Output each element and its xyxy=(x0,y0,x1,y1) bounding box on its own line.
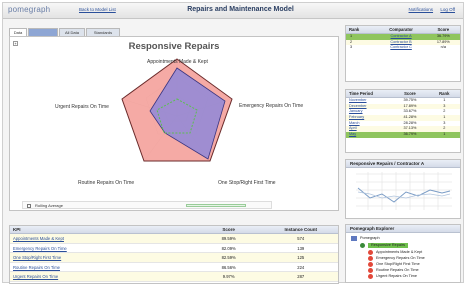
kpi-icon xyxy=(368,262,373,267)
score-value: n/a xyxy=(440,45,446,50)
column-header: Score xyxy=(222,227,235,232)
axis-label-appointments: Appointments Made & Kept xyxy=(147,59,208,65)
trend-gridlines xyxy=(356,172,452,210)
trend-panel-title: Responsive Repairs / Contractor A xyxy=(346,160,460,168)
kpi-count: 139 xyxy=(297,245,305,251)
notifications-link[interactable]: Notifications xyxy=(409,7,434,12)
kpi-icon xyxy=(368,250,373,255)
table-row[interactable]: Routine Repairs On Time 86.56% 224 xyxy=(10,263,338,273)
column-header: Rank xyxy=(439,91,450,96)
axis-label-one-stop: One Stop/Right First Time xyxy=(218,180,276,186)
tree-item-responsive-repairs[interactable]: Responsive Repairs xyxy=(368,243,408,248)
tree-item-urgent[interactable]: Urgent Repairs On Time xyxy=(376,274,417,279)
kpi-count: 125 xyxy=(297,255,305,261)
tree-item-routine[interactable]: Routine Repairs On Time xyxy=(376,268,419,273)
kpi-icon xyxy=(368,256,373,261)
top-links: Notifications Log Off xyxy=(403,7,455,12)
kpi-count: 224 xyxy=(297,264,305,270)
kpi-table: KPI Score Instance Count Appointments Ma… xyxy=(9,225,339,284)
page-title: Repairs and Maintenance Model xyxy=(187,6,294,13)
kpi-name-link[interactable]: Routine Repairs On Time xyxy=(10,263,194,272)
kpi-name-link[interactable]: Urgent Repairs On Time xyxy=(10,272,194,281)
table-row[interactable]: 3 Contractor C n/a xyxy=(346,45,460,51)
explorer-panel: Pomegraph Explorer Pomegraph Responsive … xyxy=(345,224,461,283)
comparator-link[interactable]: Contractor C xyxy=(376,45,427,51)
kpi-name-link[interactable]: One Stop/Right First Time xyxy=(10,253,194,262)
kpi-name-link[interactable]: Appointments Made & Kept xyxy=(10,234,194,243)
axis-label-emergency: Emergency Repairs On Time xyxy=(239,103,304,109)
brand-logo: pomegraph xyxy=(8,5,51,14)
top-bar: pomegraph Back to Model List Repairs and… xyxy=(3,3,463,19)
log-off-link[interactable]: Log Off xyxy=(440,7,455,12)
column-header: Rank xyxy=(349,27,360,32)
column-header: Time Period xyxy=(349,91,373,96)
tree-item-pomegraph[interactable]: Pomegraph xyxy=(360,236,380,241)
period-rank: 1 xyxy=(443,132,446,137)
legend-row: Rolling Average xyxy=(22,201,272,209)
period-link[interactable]: May xyxy=(346,132,391,138)
column-header: Comparator xyxy=(389,27,413,32)
kpi-icon xyxy=(368,268,373,273)
trend-chart xyxy=(356,172,452,210)
tree-item-one-stop[interactable]: One Stop/Right First Time xyxy=(376,262,420,267)
folder-icon xyxy=(360,243,365,248)
radar-panel: + Responsive Repairs Appointments Made &… xyxy=(9,36,339,211)
pomegraph-icon xyxy=(351,236,357,241)
kpi-score: 82.59% xyxy=(221,255,236,261)
rank-value: 3 xyxy=(350,45,353,50)
trend-panel: Responsive Repairs / Contractor A xyxy=(345,159,461,219)
tree-item-appointments[interactable]: Appointments Made & Kept xyxy=(376,250,422,255)
kpi-name-link[interactable]: Emergency Repairs On Time xyxy=(10,244,194,253)
axis-label-urgent: Urgent Repairs On Time xyxy=(55,104,109,110)
kpi-score: 89.59% xyxy=(221,236,236,241)
kpi-icon xyxy=(368,274,373,279)
legend-label: Rolling Average xyxy=(35,203,63,208)
table-row[interactable]: One Stop/Right First Time 82.59% 125 xyxy=(10,253,338,263)
table-row[interactable]: Emergency Repairs On Time 82.09% 139 xyxy=(10,244,338,254)
table-row[interactable]: May 36.79% 1 xyxy=(346,132,460,138)
table-row[interactable]: Appointments Made & Kept 89.59% 574 xyxy=(10,234,338,244)
app-window: pomegraph Back to Model List Repairs and… xyxy=(2,2,464,284)
column-header: Score xyxy=(404,91,416,96)
kpi-count: 574 xyxy=(297,236,305,241)
axis-label-routine: Routine Repairs On Time xyxy=(78,180,135,186)
rolling-average-bar xyxy=(186,204,246,207)
kpi-score: 82.09% xyxy=(221,245,236,251)
column-header: Score xyxy=(437,27,450,32)
kpi-table-header: KPI Score Instance Count xyxy=(10,226,338,234)
kpi-score: 86.56% xyxy=(221,264,236,270)
explorer-title: Pomegraph Explorer xyxy=(346,225,460,233)
table-row[interactable]: Urgent Repairs On Time 9.97% 287 xyxy=(10,272,338,282)
time-period-table: Time Period Score Rank November 39.75% 1 D… xyxy=(345,89,461,153)
rank-table-header: Rank Comparator Score xyxy=(346,26,460,34)
rank-table: Rank Comparator Score 1 Contractor A 36.79… xyxy=(345,25,461,82)
tree-item-emergency[interactable]: Emergency Repairs On Time xyxy=(376,256,425,261)
period-score: 36.79% xyxy=(403,132,417,137)
kpi-score: 9.97% xyxy=(222,274,235,280)
back-to-model-list-link[interactable]: Back to Model List xyxy=(79,7,116,12)
column-header: Instance Count xyxy=(284,227,317,232)
checkbox[interactable] xyxy=(27,204,31,208)
kpi-count: 287 xyxy=(297,274,305,280)
column-header: KPI xyxy=(13,227,21,232)
time-period-header: Time Period Score Rank xyxy=(346,90,460,98)
